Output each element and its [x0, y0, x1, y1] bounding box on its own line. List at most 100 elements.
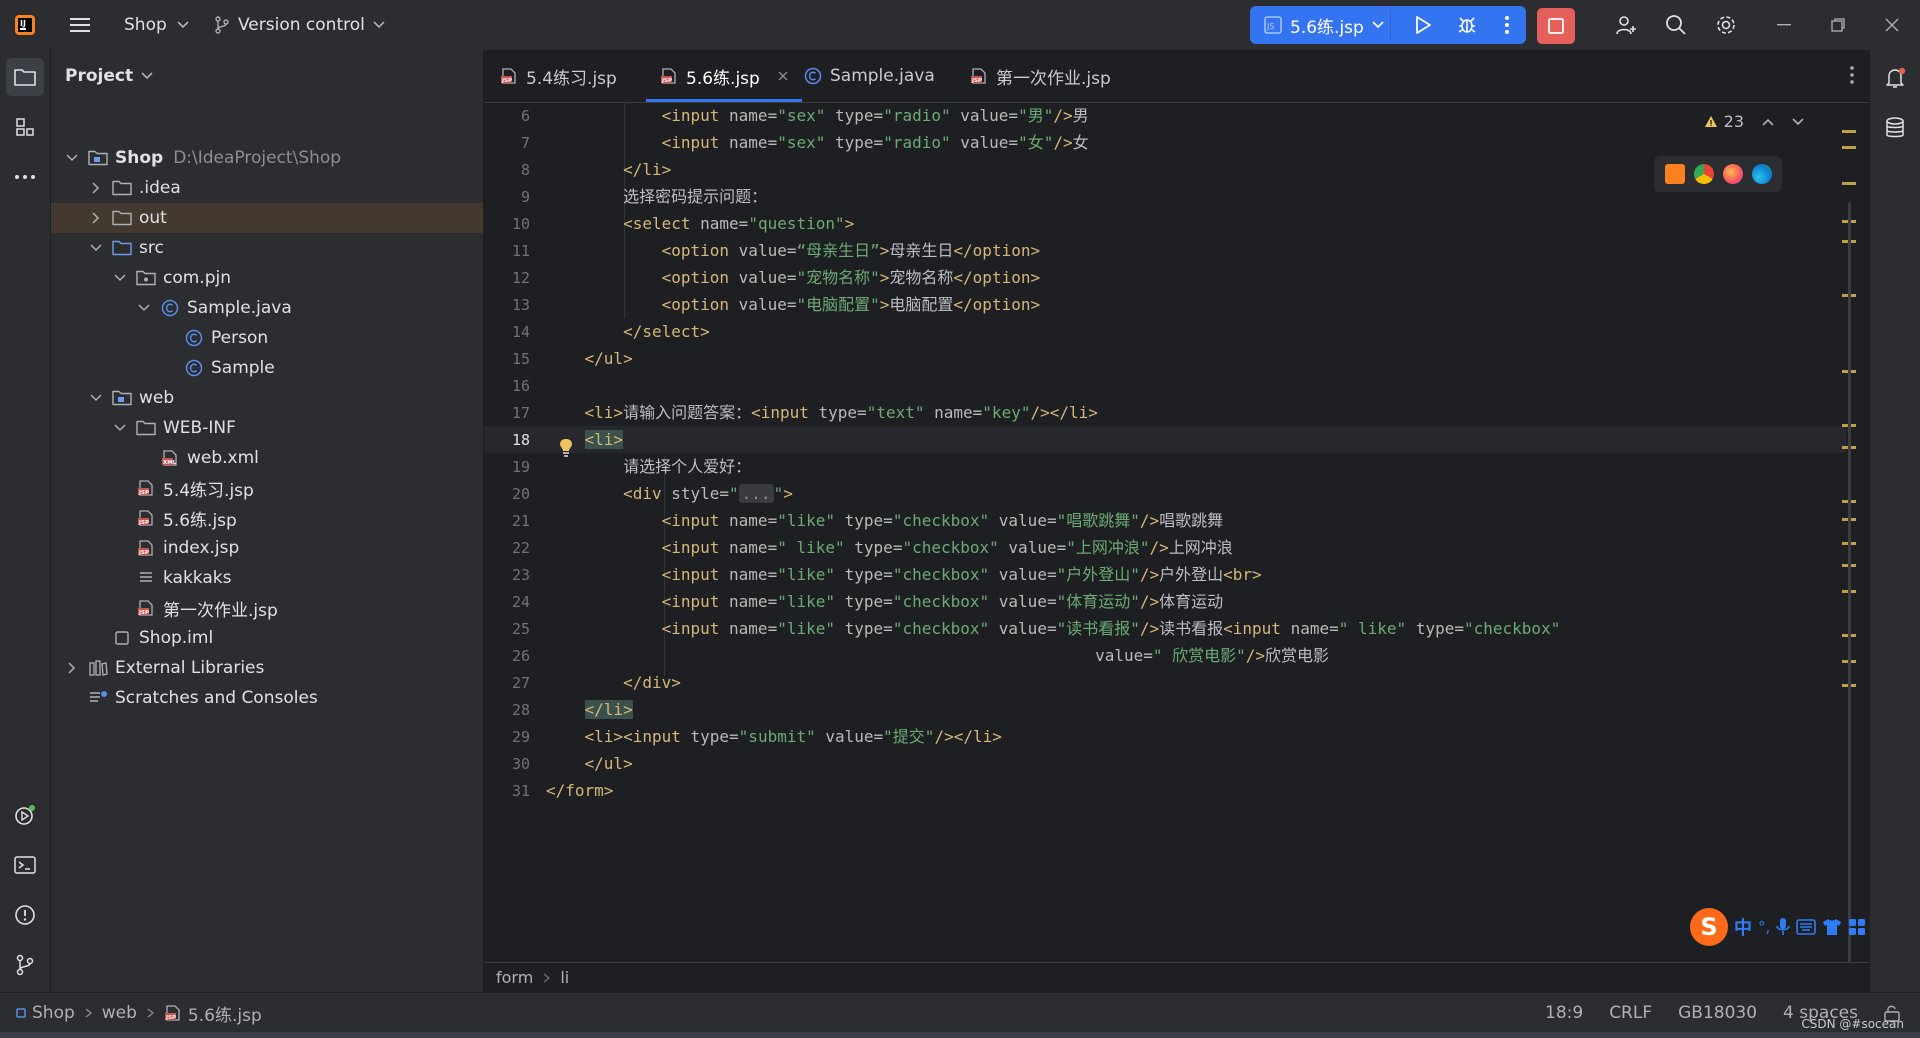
keyboard-icon[interactable] [1796, 919, 1817, 935]
chevron-down-icon[interactable] [135, 299, 153, 317]
code-line[interactable]: </ul> [546, 750, 1846, 777]
toolbox-grid-icon[interactable] [1848, 918, 1866, 936]
line-number[interactable]: 25 [512, 620, 530, 638]
more-actions-button[interactable] [1492, 6, 1522, 44]
code-line[interactable]: </li> [546, 696, 1846, 723]
tree-item[interactable]: Sample [51, 353, 483, 383]
chevron-down-icon[interactable] [111, 269, 129, 287]
tree-item[interactable]: XML web.xml [51, 443, 483, 473]
chevron-down-icon[interactable] [63, 149, 81, 167]
chevron-down-icon[interactable] [1792, 117, 1804, 126]
line-number[interactable]: 14 [512, 323, 530, 341]
tree-item[interactable]: Shop D:\IdeaProject\Shop [51, 143, 483, 173]
status-crumb-shop[interactable]: Shop [16, 1003, 75, 1023]
code-line[interactable]: </li> [546, 156, 1846, 183]
chevron-down-icon[interactable] [87, 389, 105, 407]
tab-5-6-jsp[interactable]: JSP 5.6练.jsp [646, 50, 802, 102]
add-user-button[interactable] [1608, 0, 1644, 50]
line-number[interactable]: 20 [512, 485, 530, 503]
edge-icon[interactable] [1751, 164, 1772, 184]
tree-item[interactable]: JSP 5.4练习.jsp [51, 473, 483, 503]
tree-item[interactable]: Sample.java [51, 293, 483, 323]
line-number[interactable]: 8 [521, 161, 530, 179]
debug-button[interactable] [1450, 6, 1484, 44]
intellij-browser-icon[interactable] [1664, 164, 1685, 184]
code-line[interactable]: <option value="宠物名称">宠物名称</option> [546, 264, 1846, 291]
code-line[interactable]: <li><input type="submit" value="提交"/></l… [546, 723, 1846, 750]
warning-marker[interactable] [1842, 182, 1856, 185]
code-line[interactable]: <li>请输入问题答案：<input type="text" name="key… [546, 399, 1846, 426]
scrollbar-thumb[interactable] [1848, 202, 1851, 982]
chrome-icon[interactable] [1693, 164, 1714, 184]
line-number[interactable]: 15 [512, 350, 530, 368]
firefox-icon[interactable] [1722, 164, 1743, 184]
code-line[interactable]: <input name="sex" type="radio" value="男"… [546, 102, 1846, 129]
chevron-right-icon[interactable] [87, 209, 105, 227]
chevron-down-icon[interactable] [111, 419, 129, 437]
line-number[interactable]: 23 [512, 566, 530, 584]
status-crumb-web[interactable]: web [102, 1003, 137, 1023]
sogou-logo-icon[interactable]: S [1690, 908, 1728, 946]
services-tool-button[interactable] [6, 796, 44, 834]
breadcrumb-item-form[interactable]: form [496, 968, 533, 987]
close-window-button[interactable] [1872, 0, 1912, 50]
tab-first-homework-jsp[interactable]: JSP 第一次作业.jsp [970, 50, 1111, 102]
code-line[interactable]: 选择密码提示问题： [546, 183, 1846, 210]
inspection-widget[interactable]: 23 [1704, 112, 1804, 131]
line-number[interactable]: 27 [512, 674, 530, 692]
main-menu-icon[interactable] [62, 0, 98, 50]
restore-button[interactable] [1818, 0, 1858, 50]
vcs-menu[interactable]: Version control [214, 0, 385, 50]
line-number[interactable]: 24 [512, 593, 530, 611]
code-line[interactable]: value=" 欣赏电影"/>欣赏电影 [546, 642, 1846, 669]
notifications-button[interactable] [1877, 60, 1913, 96]
structure-tool-button[interactable] [6, 108, 44, 146]
code-line[interactable]: </div> [546, 669, 1846, 696]
status-crumb-file[interactable]: JSP 5.6练.jsp [164, 1001, 262, 1026]
search-button[interactable] [1658, 0, 1694, 50]
code-line[interactable]: <input name="sex" type="radio" value="女"… [546, 129, 1846, 156]
line-number[interactable]: 21 [512, 512, 530, 530]
code-line[interactable]: <input name="like" type="checkbox" value… [546, 588, 1846, 615]
line-number[interactable]: 18 [512, 431, 530, 449]
minimize-button[interactable] [1764, 0, 1804, 50]
warning-marker[interactable] [1842, 146, 1856, 149]
code-line[interactable]: <input name="like" type="checkbox" value… [546, 615, 1846, 642]
tree-item[interactable]: JSP 第一次作业.jsp [51, 593, 483, 623]
tree-item[interactable]: JSP 5.6练.jsp [51, 503, 483, 533]
more-tools-button[interactable] [6, 158, 44, 196]
tree-item[interactable]: Shop.iml [51, 623, 483, 653]
intention-bulb-icon[interactable] [558, 438, 574, 458]
code-line[interactable]: 请选择个人爱好： [546, 453, 1846, 480]
tree-item[interactable]: com.pjn [51, 263, 483, 293]
tab-sample-java[interactable]: Sample.java [804, 50, 935, 102]
line-number[interactable]: 31 [512, 782, 530, 800]
line-number[interactable]: 9 [521, 188, 530, 206]
line-number[interactable]: 26 [512, 647, 530, 665]
chevron-right-icon[interactable] [87, 179, 105, 197]
warning-marker[interactable] [1842, 130, 1856, 133]
tree-item[interactable]: .idea [51, 173, 483, 203]
microphone-icon[interactable] [1776, 917, 1791, 937]
line-number[interactable]: 6 [521, 107, 530, 125]
tree-item[interactable]: WEB-INF [51, 413, 483, 443]
terminal-tool-button[interactable] [6, 846, 44, 884]
chevron-up-icon[interactable] [1762, 118, 1774, 126]
tree-item[interactable]: JSP index.jsp [51, 533, 483, 563]
code-line[interactable]: <input name="like" type="checkbox" value… [546, 561, 1846, 588]
code-line[interactable]: <input name=" like" type="checkbox" valu… [546, 534, 1846, 561]
caret-position[interactable]: 18:9 [1545, 1003, 1583, 1023]
line-number[interactable]: 11 [512, 242, 530, 260]
run-config-selector[interactable]: JS 5.6练.jsp [1250, 6, 1390, 44]
tab-5-4-jsp[interactable]: JSP 5.4练习.jsp [500, 50, 617, 102]
line-number[interactable]: 12 [512, 269, 530, 287]
line-number[interactable]: 29 [512, 728, 530, 746]
line-number[interactable]: 22 [512, 539, 530, 557]
code-line[interactable]: <select name="question"> [546, 210, 1846, 237]
line-number[interactable]: 16 [512, 377, 530, 395]
code-line[interactable]: <option value="电脑配置">电脑配置</option> [546, 291, 1846, 318]
git-tool-button[interactable] [6, 946, 44, 984]
ime-language[interactable]: 中 [1734, 914, 1752, 940]
code-line[interactable]: </form> [546, 777, 1846, 804]
settings-button[interactable] [1708, 0, 1744, 50]
